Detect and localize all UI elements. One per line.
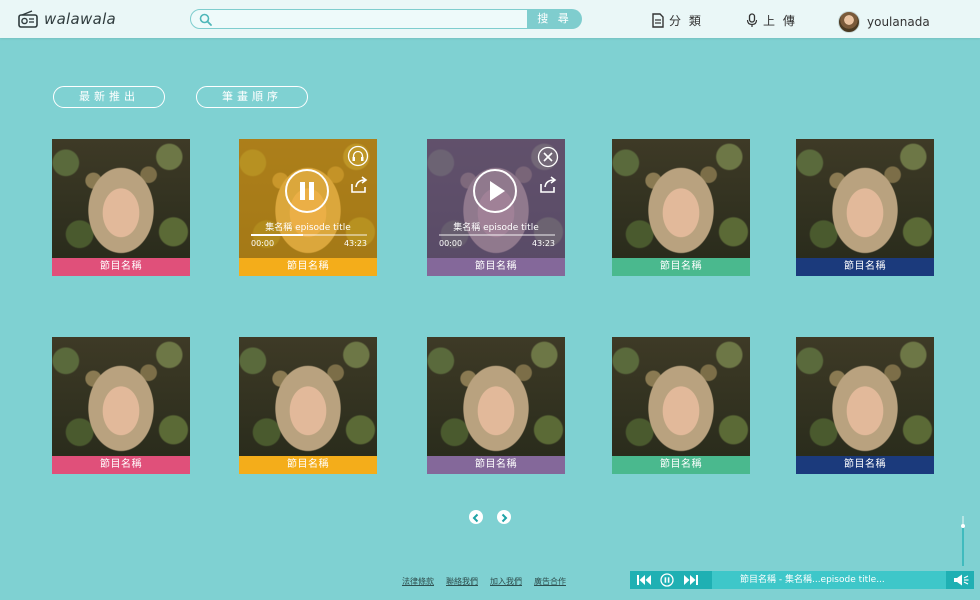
program-card[interactable]: 節目名稱	[796, 139, 934, 276]
document-icon	[652, 13, 664, 28]
episode-title: 集名稱 episode title	[265, 223, 351, 233]
cover-image	[52, 337, 190, 456]
progress-bar[interactable]	[439, 234, 555, 236]
logo[interactable]: walawala	[18, 9, 116, 29]
avatar	[838, 11, 860, 33]
chevron-right-icon	[501, 513, 508, 523]
cover-image	[796, 139, 934, 258]
program-card[interactable]: 節目名稱	[52, 139, 190, 276]
radio-icon	[18, 10, 38, 28]
program-title: 節目名稱	[612, 456, 750, 474]
program-card[interactable]: 集名稱 episode title 00:00 43:23 節目名稱	[239, 139, 377, 276]
program-title: 節目名稱	[239, 456, 377, 474]
footer-link-ads[interactable]: 廣告合作	[534, 576, 566, 587]
sort-latest-button[interactable]: 最新推出	[53, 86, 165, 108]
pause-button[interactable]	[285, 169, 329, 213]
progress-fill	[251, 234, 304, 236]
user-menu[interactable]: youlanada	[838, 11, 930, 33]
cover-image	[612, 337, 750, 456]
cover-image	[427, 337, 565, 456]
progress-bar[interactable]	[251, 234, 367, 236]
program-card[interactable]: 節目名稱	[612, 139, 750, 276]
next-page-button[interactable]	[497, 510, 511, 524]
time-elapsed: 00:00	[251, 239, 275, 248]
sort-stroke-order-button[interactable]: 筆畫順序	[196, 86, 308, 108]
program-card[interactable]: 節目名稱	[427, 337, 565, 474]
program-title: 節目名稱	[52, 456, 190, 474]
program-card[interactable]: 節目名稱	[52, 337, 190, 474]
program-title: 節目名稱	[427, 456, 565, 474]
cover-image	[612, 139, 750, 258]
program-title: 節目名稱	[612, 258, 750, 276]
program-card[interactable]: 節目名稱	[239, 337, 377, 474]
nav-upload-label: 上 傳	[763, 14, 797, 28]
fast-forward-icon[interactable]	[683, 573, 699, 587]
episode-title: 集名稱 episode title	[453, 223, 539, 233]
search-button[interactable]: 搜 尋	[527, 9, 582, 29]
time-total: 43:23	[531, 239, 555, 248]
player-overlay: 集名稱 episode title 00:00 43:23	[427, 139, 565, 258]
program-card[interactable]: 集名稱 episode title 00:00 43:23 節目名稱	[427, 139, 565, 276]
time-elapsed: 00:00	[439, 239, 463, 248]
chevron-left-icon	[472, 513, 479, 523]
nav-category-label: 分 類	[669, 14, 703, 28]
previous-page-button[interactable]	[469, 510, 483, 524]
headphones-icon[interactable]	[347, 145, 369, 167]
volume-slider[interactable]	[961, 516, 965, 566]
microphone-icon	[746, 13, 758, 27]
share-icon[interactable]	[348, 174, 370, 196]
play-button[interactable]	[473, 169, 517, 213]
footer-link-contact[interactable]: 聯絡我們	[446, 576, 478, 587]
play-icon	[490, 181, 505, 201]
time-total: 43:23	[343, 239, 367, 248]
app-name: walawala	[44, 10, 117, 28]
program-card[interactable]: 節目名稱	[612, 337, 750, 474]
footer-link-join[interactable]: 加入我們	[490, 576, 522, 587]
pause-circle-icon[interactable]	[659, 573, 675, 587]
username: youlanada	[867, 15, 930, 29]
mini-player: 節目名稱 - 集名稱...episode title...	[630, 571, 974, 589]
now-playing-text: 節目名稱 - 集名稱...episode title...	[712, 571, 946, 589]
pause-icon	[300, 182, 314, 200]
program-card[interactable]: 節目名稱	[796, 337, 934, 474]
search-bar: 搜 尋	[190, 9, 582, 29]
program-title: 節目名稱	[239, 258, 377, 276]
nav-upload[interactable]: 上 傳	[746, 12, 797, 29]
search-icon	[199, 13, 212, 26]
search-box	[190, 9, 528, 29]
share-icon[interactable]	[537, 174, 559, 196]
cover-image	[239, 337, 377, 456]
footer-links: 法律條款 聯絡我們 加入我們 廣告合作	[402, 576, 566, 587]
cover-image	[52, 139, 190, 258]
close-icon[interactable]	[537, 146, 559, 168]
top-bar: walawala 搜 尋 分 類 上 傳 youlanada	[0, 0, 980, 38]
nav-category[interactable]: 分 類	[652, 12, 703, 29]
search-input[interactable]	[217, 11, 522, 27]
program-title: 節目名稱	[427, 258, 565, 276]
rewind-icon[interactable]	[636, 573, 652, 587]
program-title: 節目名稱	[796, 258, 934, 276]
program-title: 節目名稱	[796, 456, 934, 474]
volume-icon[interactable]	[952, 573, 970, 587]
footer-link-terms[interactable]: 法律條款	[402, 576, 434, 587]
player-overlay: 集名稱 episode title 00:00 43:23	[239, 139, 377, 258]
cover-image	[796, 337, 934, 456]
program-title: 節目名稱	[52, 258, 190, 276]
